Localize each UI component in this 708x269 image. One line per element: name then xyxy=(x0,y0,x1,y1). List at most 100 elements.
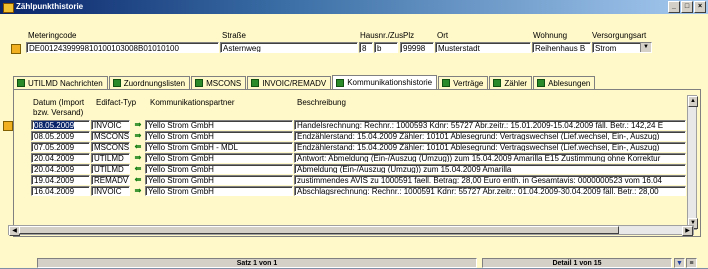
detail-filter-icon[interactable]: ≡ xyxy=(686,258,697,268)
cell-datum-text: 08.05.2009 xyxy=(34,121,75,130)
cell-datum[interactable]: 20.04.2009 xyxy=(31,153,90,163)
cell-datum-text: 08.05.2009 xyxy=(34,132,75,141)
outgoing-arrow-icon: ⇛ xyxy=(134,120,142,129)
tab-label: Zähler xyxy=(504,78,528,88)
scroll-up-icon[interactable]: ▲ xyxy=(688,96,698,107)
cell-edifact-typ[interactable]: INVOIC xyxy=(91,186,130,196)
cell-datum[interactable]: 08.05.2009 xyxy=(31,131,90,141)
cell-edifact-typ[interactable]: REMADV xyxy=(91,175,130,185)
tab-label: MSCONS xyxy=(206,78,242,88)
cell-partner[interactable]: Yello Strom GmbH - MDL xyxy=(145,142,293,152)
tab-label: UTILMD Nachrichten xyxy=(28,78,103,88)
cell-beschreibung[interactable]: Endzählerstand: 15.04.2009 Zähler: 10101… xyxy=(294,142,686,152)
cell-partner[interactable]: Yello Strom GmbH xyxy=(145,153,293,163)
cell-datum-text: 07.05.2009 xyxy=(34,143,75,152)
col-header-datum: Datum (Import bzw. Versand) xyxy=(33,98,85,117)
cell-datum[interactable]: 16.04.2009 xyxy=(31,186,90,196)
app-icon xyxy=(3,3,14,13)
cell-partner[interactable]: Yello Strom GmbH xyxy=(145,164,293,174)
cell-beschreibung-text: Antwort: Abmeldung (Ein-/Auszug (Umzug))… xyxy=(297,154,661,163)
cell-partner[interactable]: Yello Strom GmbH xyxy=(145,120,293,130)
tab-icon xyxy=(17,79,25,87)
cell-datum-text: 20.04.2009 xyxy=(34,154,75,163)
plz-field[interactable]: 99998 xyxy=(400,42,434,53)
tab-icon xyxy=(336,78,345,87)
versorgungsart-select[interactable]: Strom ▼ xyxy=(592,42,652,53)
tab-icon xyxy=(493,79,502,87)
current-row-marker-icon xyxy=(3,121,13,131)
detail-down-icon[interactable]: ▼ xyxy=(674,258,685,268)
cell-beschreibung-text: Endzählerstand: 15.04.2009 Zähler: 10101… xyxy=(297,143,660,152)
cell-edifact-typ[interactable]: INVOIC xyxy=(91,120,130,130)
cell-beschreibung-text: Handelsrechnung: Rechnr.: 1000593 Kdnr: … xyxy=(297,121,664,130)
tab-invoic-remadv[interactable]: INVOIC/REMADV xyxy=(247,76,332,89)
window-controls: _ □ × xyxy=(668,1,706,13)
versorgungsart-value: Strom xyxy=(595,44,617,53)
minimize-button[interactable]: _ xyxy=(668,1,680,13)
tab-icon xyxy=(112,79,121,87)
horizontal-scroll-thumb[interactable] xyxy=(19,226,619,234)
cell-partner[interactable]: Yello Strom GmbH xyxy=(145,186,293,196)
incoming-arrow-icon: ⇚ xyxy=(134,175,142,184)
tab-icon xyxy=(195,79,204,87)
col-header-edifact: Edifact-Typ xyxy=(96,98,137,107)
vertical-scrollbar[interactable]: ▲ ▼ xyxy=(687,95,698,230)
maximize-button[interactable]: □ xyxy=(681,1,693,13)
cell-partner-text: Yello Strom GmbH xyxy=(148,176,214,185)
cell-edifact-typ[interactable]: UTILMD xyxy=(91,153,130,163)
scroll-right-icon[interactable]: ▶ xyxy=(682,226,693,236)
tab-label: Verträge xyxy=(453,78,484,88)
outgoing-arrow-icon: ⇛ xyxy=(134,131,142,140)
cell-datum[interactable]: 08.05.2009 xyxy=(31,120,90,130)
strasse-field[interactable]: Asternweg xyxy=(220,42,358,53)
tab-vertraege[interactable]: Verträge xyxy=(438,76,489,89)
cell-datum[interactable]: 07.05.2009 xyxy=(31,142,90,152)
cell-partner-text: Yello Strom GmbH xyxy=(148,165,214,174)
cell-edifact-typ-text: UTILMD xyxy=(94,154,124,163)
tab-icon xyxy=(442,79,451,87)
wohnung-field[interactable]: Reihenhaus B xyxy=(532,42,591,53)
cell-beschreibung-text: zustimmendes AVIS zu 1000591 faell. Betr… xyxy=(297,176,662,185)
tab-kommunikationshistorie[interactable]: Kommunikationshistorie xyxy=(332,75,438,89)
cell-partner-text: Yello Strom GmbH xyxy=(148,121,214,130)
label-meteringcode: Meteringcode xyxy=(28,31,77,40)
cell-edifact-typ[interactable]: MSCONS xyxy=(91,142,130,152)
outgoing-arrow-icon: ⇛ xyxy=(134,153,142,162)
tab-ablesungen[interactable]: Ablesungen xyxy=(533,76,596,89)
cell-beschreibung[interactable]: Handelsrechnung: Rechnr.: 1000593 Kdnr: … xyxy=(294,120,686,130)
horizontal-scrollbar[interactable]: ◀ ▶ xyxy=(8,225,694,236)
cell-beschreibung-text: Endzählerstand: 15.04.2009 Zähler: 10101… xyxy=(297,132,660,141)
close-button[interactable]: × xyxy=(694,1,706,13)
tab-mscons[interactable]: MSCONS xyxy=(191,76,247,89)
cell-edifact-typ-text: UTILMD xyxy=(94,165,124,174)
tab-zaehler[interactable]: Zähler xyxy=(489,76,533,89)
cell-datum[interactable]: 20.04.2009 xyxy=(31,164,90,174)
ort-field[interactable]: Musterstadt xyxy=(435,42,531,53)
cell-edifact-typ[interactable]: UTILMD xyxy=(91,164,130,174)
tab-zuordnungslisten[interactable]: Zuordnungslisten xyxy=(108,76,191,89)
title-bar[interactable]: Zählpunkthistorie _ □ × xyxy=(0,0,708,14)
zusatz-field[interactable]: b xyxy=(374,42,398,53)
cell-beschreibung[interactable]: zustimmendes AVIS zu 1000591 faell. Betr… xyxy=(294,175,686,185)
cell-beschreibung-text: Abmeldung (Ein-/Auszug (Umzug)) zum 15.0… xyxy=(297,165,512,174)
cell-datum-text: 19.04.2009 xyxy=(34,176,75,185)
hausnr-field[interactable]: 8 xyxy=(359,42,373,53)
cell-datum[interactable]: 19.04.2009 xyxy=(31,175,90,185)
cell-beschreibung[interactable]: Endzählerstand: 15.04.2009 Zähler: 10101… xyxy=(294,131,686,141)
cell-edifact-typ[interactable]: MSCONS xyxy=(91,131,130,141)
tab-label: Ablesungen xyxy=(548,78,591,88)
label-plz: Plz xyxy=(403,31,415,40)
cell-beschreibung[interactable]: Abschlagsrechnung: Rechnr.: 1000591 Kdnr… xyxy=(294,186,686,196)
tab-utilmd-nachrichten[interactable]: UTILMD Nachrichten xyxy=(13,76,108,89)
cell-edifact-typ-text: MSCONS xyxy=(94,143,130,152)
cell-beschreibung[interactable]: Abmeldung (Ein-/Auszug (Umzug)) zum 15.0… xyxy=(294,164,686,174)
cell-beschreibung[interactable]: Antwort: Abmeldung (Ein-/Auszug (Umzug))… xyxy=(294,153,686,163)
cell-partner-text: Yello Strom GmbH xyxy=(148,154,214,163)
cell-beschreibung-text: Abschlagsrechnung: Rechnr.: 1000591 Kdnr… xyxy=(297,187,659,196)
status-detail: Detail 1 von 15 xyxy=(482,258,672,268)
cell-partner[interactable]: Yello Strom GmbH xyxy=(145,131,293,141)
meteringcode-field[interactable]: DE0012439999810100103008B01010100 xyxy=(26,42,219,53)
cell-partner[interactable]: Yello Strom GmbH xyxy=(145,175,293,185)
kommunikationshistorie-panel xyxy=(13,89,701,237)
chevron-down-icon[interactable]: ▼ xyxy=(640,43,651,52)
